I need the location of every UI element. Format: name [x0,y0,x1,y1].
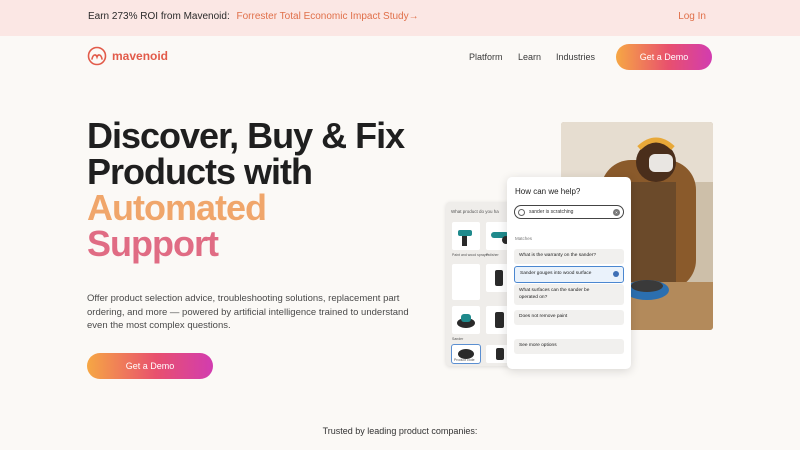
match-option-label: Does not remove paint [519,314,568,319]
product-tile-sander-alt[interactable] [452,272,480,300]
hero-description: Offer product selection advice, troubles… [87,293,409,331]
see-more-options-button[interactable]: See more options [514,339,624,354]
hero-title-line-2: Products with [87,151,313,192]
hero-headline: Discover, Buy & Fix Products with Automa… [87,118,417,262]
clear-icon[interactable]: × [613,208,620,216]
hero-title-line-1: Discover, Buy & Fix [87,115,405,156]
forrester-study-link[interactable]: Forrester Total Economic Impact Study→ [237,11,419,22]
brand-logo[interactable]: mavenoid [87,46,168,66]
match-option-label: What is the warranty on the sander? [519,253,597,258]
product-tile-label: Polisher [486,253,499,257]
product-tile-label: Product code [454,358,475,362]
announcement-bar: Earn 273% ROI from Mavenoid: Forrester T… [0,0,800,36]
see-more-label: See more options [519,343,557,348]
nav-industries[interactable]: Industries [556,52,595,62]
mavenoid-logo-icon [87,46,107,66]
paint-sprayer-icon [458,230,472,246]
announcement-text: Earn 273% ROI from Mavenoid: Forrester T… [88,11,419,22]
chat-search-value: sander is scratching [529,209,574,215]
search-icon [518,208,525,216]
trusted-by-heading: Trusted by leading product companies: [322,426,478,436]
support-chat-widget: How can we help? sander is scratching × … [507,177,631,369]
product-tile-label: Paint and wood sprayer [452,253,489,257]
sander-icon [457,314,475,328]
matches-label: Matches [515,236,533,241]
nav-platform[interactable]: Platform [469,52,503,62]
match-option-paint[interactable]: Does not remove paint [514,310,624,325]
match-option-label: Sander gouges into wood surface [520,271,592,276]
hero-get-demo-button[interactable]: Get a Demo [87,353,213,379]
product-tile-sprayer[interactable] [452,222,480,250]
match-option-label: What surfaces can the sander be operated… [519,288,590,300]
product-tile-label: Sander [452,337,464,341]
check-icon [613,271,619,277]
chat-title: How can we help? [515,187,581,196]
nav-get-demo-button[interactable]: Get a Demo [616,44,712,70]
hero-highlight-line-2: Support [87,223,219,264]
product-tile-sander[interactable] [452,306,480,334]
chat-search-input[interactable]: sander is scratching × [514,205,624,219]
announcement-label: Earn 273% ROI from Mavenoid: [88,11,230,22]
match-option-surfaces[interactable]: What surfaces can the sander be operated… [514,284,624,305]
login-link[interactable]: Log In [678,11,706,22]
hero-highlight-line-1: Automated [87,187,267,228]
match-option-warranty[interactable]: What is the warranty on the sander? [514,249,624,264]
nav-learn[interactable]: Learn [518,52,541,62]
brand-name: mavenoid [112,49,169,63]
product-panel-title: What product do you ha [451,209,499,214]
match-option-gouges-selected[interactable]: Sander gouges into wood surface [514,266,624,283]
